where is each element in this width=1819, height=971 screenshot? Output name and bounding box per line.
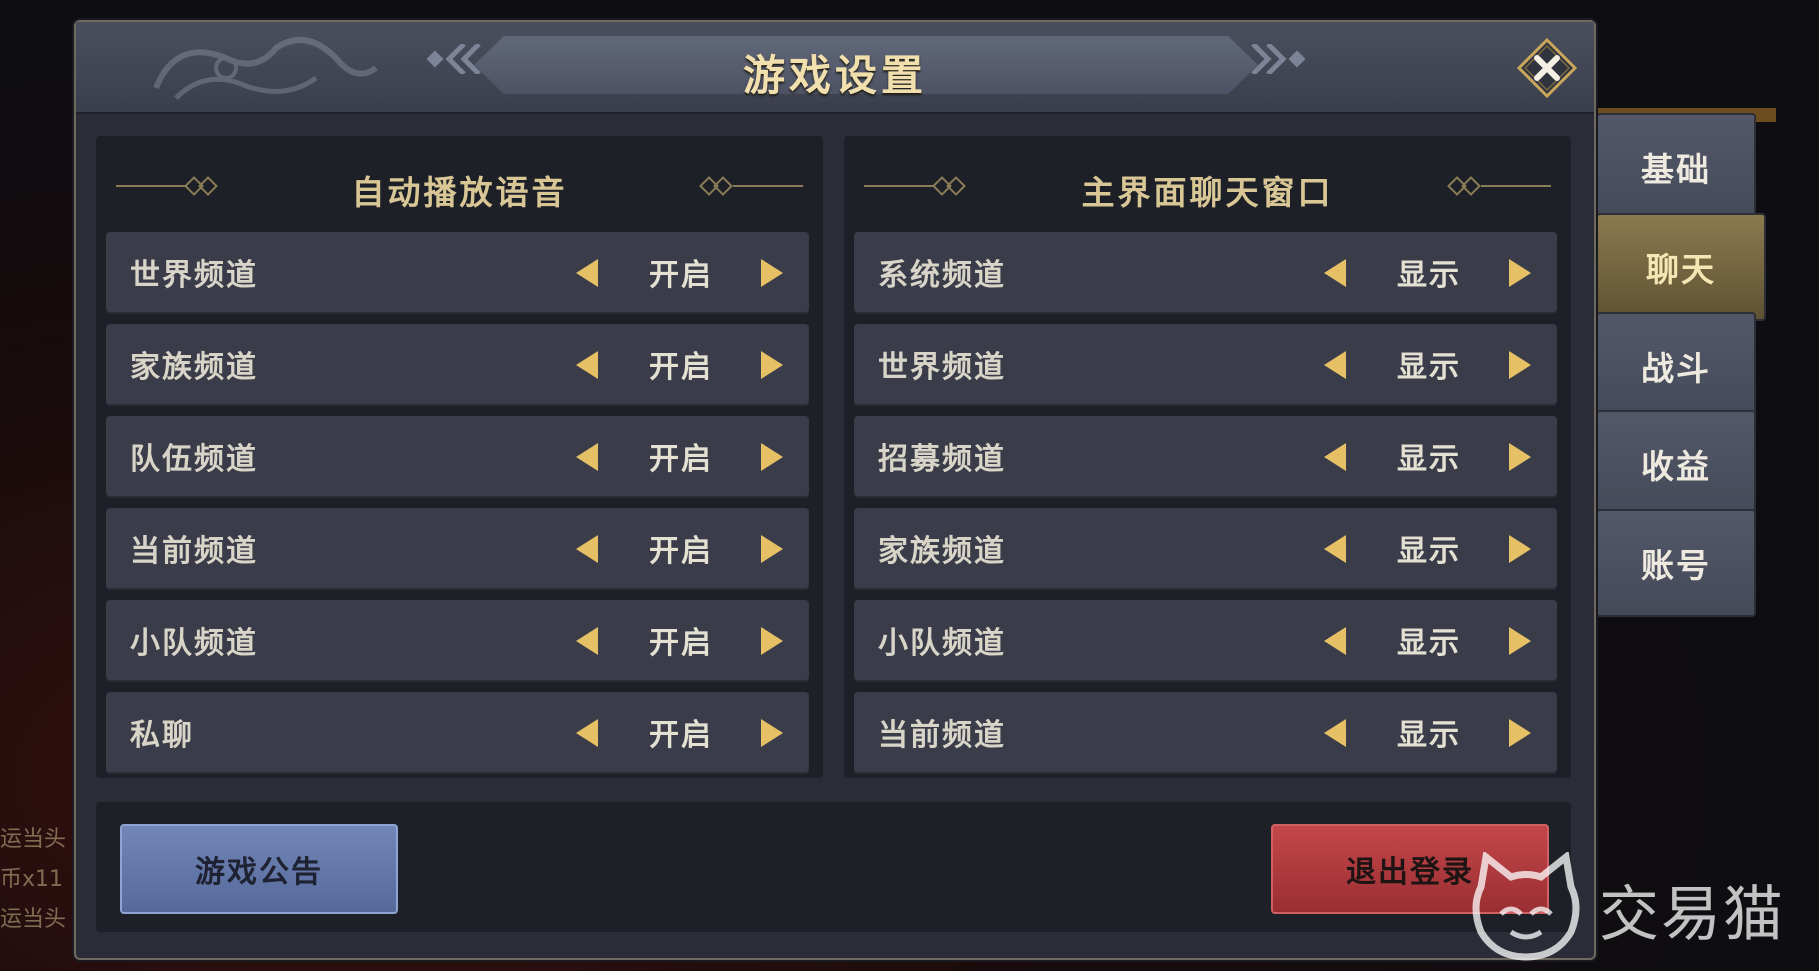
setting-label: 家族频道 bbox=[878, 534, 1006, 569]
tab-combat[interactable]: 战斗 bbox=[1596, 312, 1756, 420]
next-option-arrow-icon[interactable] bbox=[1507, 625, 1533, 657]
previous-option-arrow-icon[interactable] bbox=[574, 717, 600, 749]
auto-play-voice-panel: 自动播放语音 世界频道 开启 家族频道 开启 队伍频道 开启 当前频道 开启 小… bbox=[96, 136, 823, 778]
next-option-arrow-icon[interactable] bbox=[759, 533, 785, 565]
previous-option-arrow-icon[interactable] bbox=[1322, 257, 1348, 289]
setting-row: 招募频道 显示 bbox=[854, 416, 1557, 498]
settings-list[interactable]: 世界频道 开启 家族频道 开启 队伍频道 开启 当前频道 开启 小队频道 开启 … bbox=[106, 232, 811, 778]
next-option-arrow-icon[interactable] bbox=[759, 717, 785, 749]
tab-label: 账号 bbox=[1641, 546, 1711, 585]
next-option-arrow-icon[interactable] bbox=[1507, 533, 1533, 565]
watermark: 交易猫 bbox=[1466, 850, 1806, 962]
dialog-title: 游戏设置 bbox=[742, 51, 927, 100]
setting-label: 当前频道 bbox=[130, 534, 258, 569]
setting-label: 招募频道 bbox=[878, 442, 1006, 477]
next-option-arrow-icon[interactable] bbox=[759, 257, 785, 289]
setting-row: 当前频道 显示 bbox=[854, 692, 1557, 774]
next-option-arrow-icon[interactable] bbox=[1507, 349, 1533, 381]
setting-label: 小队频道 bbox=[878, 626, 1006, 661]
tab-label: 基础 bbox=[1641, 150, 1711, 189]
previous-option-arrow-icon[interactable] bbox=[1322, 625, 1348, 657]
setting-label: 私聊 bbox=[130, 718, 194, 753]
setting-value: 开启 bbox=[649, 258, 713, 293]
setting-label: 当前频道 bbox=[878, 718, 1006, 753]
setting-value: 开启 bbox=[649, 534, 713, 569]
button-label: 游戏公告 bbox=[195, 855, 323, 890]
setting-row: 世界频道 显示 bbox=[854, 324, 1557, 406]
panel-header: 主界面聊天窗口 bbox=[844, 160, 1571, 212]
previous-option-arrow-icon[interactable] bbox=[1322, 717, 1348, 749]
setting-row: 队伍频道 开启 bbox=[106, 416, 809, 498]
setting-row: 家族频道 显示 bbox=[854, 508, 1557, 590]
tab-label: 战斗 bbox=[1641, 349, 1711, 388]
next-option-arrow-icon[interactable] bbox=[759, 441, 785, 473]
next-option-arrow-icon[interactable] bbox=[1507, 257, 1533, 289]
next-option-arrow-icon[interactable] bbox=[759, 349, 785, 381]
setting-row: 私聊 开启 bbox=[106, 692, 809, 774]
setting-label: 系统频道 bbox=[878, 258, 1006, 293]
watermark-text: 交易猫 bbox=[1599, 880, 1785, 950]
tab-earnings[interactable]: 收益 bbox=[1596, 410, 1756, 518]
button-label: 退出登录 bbox=[1346, 855, 1474, 890]
previous-option-arrow-icon[interactable] bbox=[574, 349, 600, 381]
setting-value: 显示 bbox=[1397, 258, 1461, 293]
settings-list[interactable]: 系统频道 显示 世界频道 显示 招募频道 显示 家族频道 显示 小队频道 显示 … bbox=[854, 232, 1559, 778]
header-ornament-right-icon bbox=[1447, 176, 1551, 196]
setting-row: 小队频道 显示 bbox=[854, 600, 1557, 682]
setting-value: 开启 bbox=[649, 718, 713, 753]
tab-label: 聊天 bbox=[1646, 250, 1716, 289]
next-option-arrow-icon[interactable] bbox=[1507, 717, 1533, 749]
setting-label: 世界频道 bbox=[878, 350, 1006, 385]
setting-value: 开启 bbox=[649, 350, 713, 385]
previous-option-arrow-icon[interactable] bbox=[574, 625, 600, 657]
setting-value: 显示 bbox=[1397, 350, 1461, 385]
setting-row: 小队频道 开启 bbox=[106, 600, 809, 682]
tab-chat[interactable]: 聊天 bbox=[1596, 213, 1766, 321]
cat-logo-icon bbox=[1472, 850, 1580, 961]
setting-row: 家族频道 开启 bbox=[106, 324, 809, 406]
previous-option-arrow-icon[interactable] bbox=[1322, 441, 1348, 473]
tab-basic[interactable]: 基础 bbox=[1596, 113, 1756, 221]
setting-value: 开启 bbox=[649, 626, 713, 661]
setting-value: 显示 bbox=[1397, 626, 1461, 661]
dialog-header: 游戏设置 bbox=[76, 22, 1594, 114]
setting-label: 队伍频道 bbox=[130, 442, 258, 477]
header-ornament-right-icon bbox=[699, 176, 803, 196]
tab-account[interactable]: 账号 bbox=[1596, 509, 1756, 617]
setting-row: 系统频道 显示 bbox=[854, 232, 1557, 314]
game-notice-button[interactable]: 游戏公告 bbox=[120, 824, 398, 914]
setting-label: 家族频道 bbox=[130, 350, 258, 385]
next-option-arrow-icon[interactable] bbox=[1507, 441, 1533, 473]
dialog-footer: 游戏公告 退出登录 bbox=[96, 802, 1571, 932]
previous-option-arrow-icon[interactable] bbox=[1322, 533, 1348, 565]
tab-label: 收益 bbox=[1641, 447, 1711, 486]
previous-option-arrow-icon[interactable] bbox=[1322, 349, 1348, 381]
previous-option-arrow-icon[interactable] bbox=[574, 533, 600, 565]
panel-header: 自动播放语音 bbox=[96, 160, 823, 212]
setting-value: 显示 bbox=[1397, 534, 1461, 569]
close-icon[interactable] bbox=[1517, 38, 1577, 98]
setting-value: 显示 bbox=[1397, 442, 1461, 477]
previous-option-arrow-icon[interactable] bbox=[574, 257, 600, 289]
previous-option-arrow-icon[interactable] bbox=[574, 441, 600, 473]
main-chat-window-panel: 主界面聊天窗口 系统频道 显示 世界频道 显示 招募频道 显示 家族频道 显示 … bbox=[844, 136, 1571, 778]
setting-row: 当前频道 开启 bbox=[106, 508, 809, 590]
setting-value: 开启 bbox=[649, 442, 713, 477]
setting-value: 显示 bbox=[1397, 718, 1461, 753]
settings-dialog: 游戏设置 自动播放语音 世界频道 开启 家族频道 开启 队伍频道 开启 当前频道… bbox=[74, 20, 1596, 960]
next-option-arrow-icon[interactable] bbox=[759, 625, 785, 657]
setting-label: 世界频道 bbox=[130, 258, 258, 293]
setting-label: 小队频道 bbox=[130, 626, 258, 661]
setting-row: 世界频道 开启 bbox=[106, 232, 809, 314]
